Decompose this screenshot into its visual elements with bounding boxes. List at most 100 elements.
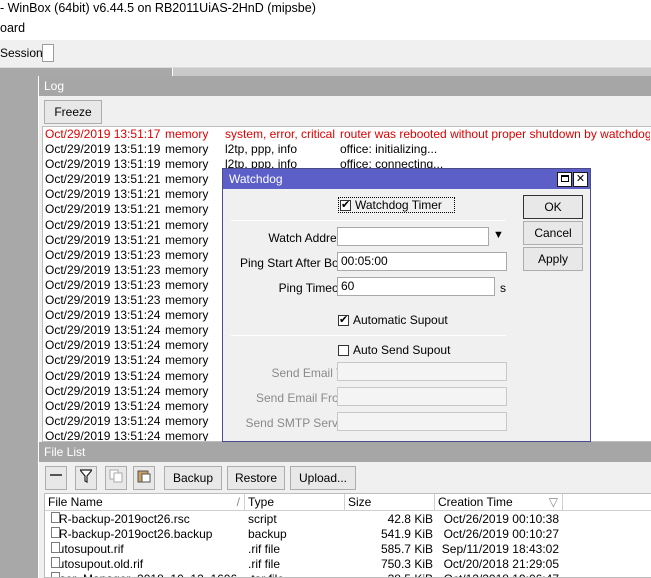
log-buffer: memory [165, 127, 209, 141]
file-created-cell: Oct/12/2018 19:06:47 [437, 572, 559, 577]
column-header-name[interactable]: File Name / [45, 494, 245, 511]
file-created-cell: Oct/26/2019 00:10:38 [443, 512, 559, 526]
column-header-size[interactable]: Size [345, 494, 435, 511]
dropdown-arrow-icon[interactable]: ▼ [493, 229, 504, 241]
restore-button[interactable]: Restore [227, 466, 285, 490]
backup-button[interactable]: Backup [164, 466, 222, 490]
table-row[interactable]: PR-backup-2019oct26.rsc script 42.8 KiB Oct… [45, 512, 651, 527]
freeze-button[interactable]: Freeze [44, 100, 102, 124]
log-time: Oct/29/2019 13:51:24 [45, 368, 161, 383]
ping-timeout-input[interactable]: 60 [337, 277, 495, 296]
column-header-creation-time[interactable]: Creation Time ▽ [435, 494, 563, 511]
log-buffer: memory [165, 277, 209, 292]
automatic-supout-checkbox[interactable]: ✔ Automatic Supout [338, 313, 448, 327]
checkbox-box: ✔ [340, 199, 351, 211]
log-buffer: memory [165, 308, 209, 323]
ping-timeout-unit: s [500, 281, 506, 295]
log-time: Oct/29/2019 13:51:24 [45, 428, 161, 442]
log-buffer: memory [165, 262, 209, 277]
file-size-cell: 42.8 KiB [387, 512, 433, 526]
log-time: Oct/29/2019 13:51:23 [45, 247, 161, 262]
table-row[interactable]: User_Manager_2018_10_12_1606 .tar file 38.… [45, 572, 651, 577]
ok-button[interactable]: OK [523, 195, 583, 219]
checkbox-box: ✔ [338, 314, 349, 326]
watch-address-input[interactable] [337, 227, 489, 246]
log-time: Oct/29/2019 13:51:24 [45, 353, 161, 368]
maximize-button[interactable] [557, 172, 572, 187]
menu-item-dashboard[interactable]: oard [0, 21, 25, 35]
log-buffer: memory [165, 428, 209, 442]
log-time: Oct/29/2019 13:51:23 [45, 277, 161, 292]
watchdog-title-bar[interactable]: Watchdog [223, 169, 590, 189]
separator [231, 335, 506, 336]
paste-button[interactable] [133, 466, 155, 490]
file-name-text: User_Manager_2018_10_12_1606 [51, 572, 237, 577]
log-window-title[interactable]: Log [39, 76, 651, 96]
file-icon [51, 542, 60, 553]
table-row[interactable]: PR-backup-2019oct26.backup backup 541.9 Ki… [45, 527, 651, 542]
log-buffer: memory [165, 187, 209, 202]
table-row[interactable]: autosupout.rif .rif file 585.7 KiB Sep/11/2… [45, 542, 651, 557]
separator [231, 220, 506, 221]
filter-button[interactable] [75, 466, 97, 490]
log-time: Oct/29/2019 13:51:23 [45, 293, 161, 308]
send-smtp-server-input[interactable] [337, 412, 507, 431]
session-dropdown[interactable] [42, 44, 54, 62]
log-time: Oct/29/2019 13:51:24 [45, 308, 161, 323]
remove-button[interactable] [45, 466, 67, 490]
ping-start-label: Ping Start After Boot: [239, 256, 352, 270]
checkmark-icon: ✔ [341, 199, 351, 211]
log-row[interactable]: Oct/29/2019 13:51:19 memory l2tp, ppp, inf… [43, 142, 651, 157]
file-created-cell: Oct/20/2018 21:29:05 [443, 557, 559, 571]
send-email-to-input[interactable] [337, 362, 507, 381]
log-time: Oct/29/2019 13:51:24 [45, 383, 161, 398]
upload-button[interactable]: Upload... [290, 466, 356, 490]
log-time: Oct/29/2019 13:51:21 [45, 202, 161, 217]
file-icon [51, 557, 60, 568]
file-list-title[interactable]: File List [39, 442, 651, 462]
file-name-text: PR-backup-2019oct26.rsc [51, 512, 190, 526]
menu-bar: oard [0, 20, 651, 40]
watchdog-title: Watchdog [229, 172, 283, 186]
log-buffer: memory [165, 338, 209, 353]
sidebar-strip [0, 68, 38, 578]
log-buffer: memory [165, 217, 209, 232]
log-buffer: memory [165, 232, 209, 247]
file-icon [51, 527, 60, 538]
log-buffer: memory [165, 368, 209, 383]
close-button[interactable]: ✕ [573, 172, 588, 187]
log-time: Oct/29/2019 13:51:24 [45, 323, 161, 338]
file-type-cell: .rif file [248, 542, 281, 556]
copy-button[interactable] [105, 466, 127, 490]
file-size-cell: 750.3 KiB [380, 557, 433, 571]
file-name-text: autosupout.old.rif [51, 557, 144, 571]
cancel-button[interactable]: Cancel [523, 221, 583, 245]
file-list-window: File List Backup Restore Upload... File … [38, 442, 651, 578]
watchdog-timer-checkbox[interactable]: ✔ Watchdog Timer [338, 197, 455, 213]
checkmark-icon: ✔ [339, 314, 349, 326]
sort-desc-icon: ▽ [548, 495, 558, 509]
log-buffer: memory [165, 413, 209, 428]
filter-icon [78, 469, 94, 483]
log-row[interactable]: Oct/29/2019 13:51:17 memory system, error,… [43, 127, 651, 142]
file-table[interactable]: File Name / Type Size Creation Time ▽ PR-b… [44, 493, 651, 578]
background-window [172, 68, 651, 76]
table-row[interactable]: autosupout.old.rif .rif file 750.3 KiB Oct/… [45, 557, 651, 572]
file-size-cell: 585.7 KiB [380, 542, 433, 556]
auto-send-supout-checkbox[interactable]: Auto Send Supout [338, 343, 450, 357]
apply-button[interactable]: Apply [523, 247, 583, 271]
log-buffer: memory [165, 323, 209, 338]
file-size-cell: 38.5 KiB [347, 572, 433, 577]
send-email-from-input[interactable] [337, 387, 507, 406]
column-header-type[interactable]: Type [245, 494, 345, 511]
minus-icon [50, 474, 62, 476]
log-time: Oct/29/2019 13:51:19 [45, 142, 161, 157]
log-time: Oct/29/2019 13:51:23 [45, 262, 161, 277]
maximize-icon [560, 175, 569, 182]
log-message: router was rebooted without proper shutd… [340, 127, 650, 141]
copy-icon [109, 469, 123, 483]
log-time: Oct/29/2019 13:51:21 [45, 217, 161, 232]
file-name-cell: autosupout.rif [51, 542, 241, 557]
log-time: Oct/29/2019 13:51:21 [45, 232, 161, 247]
ping-start-input[interactable]: 00:05:00 [337, 252, 507, 271]
